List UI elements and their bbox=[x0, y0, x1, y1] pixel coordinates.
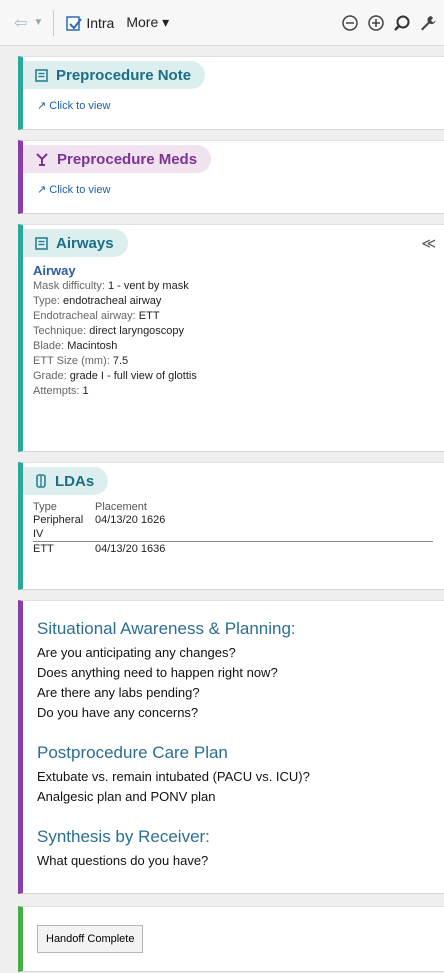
ldas-header: LDAs bbox=[23, 467, 109, 495]
table-row: Peripheral IV 04/13/20 1626 bbox=[33, 513, 433, 542]
field-value: ETT bbox=[138, 310, 160, 322]
prompt-line: What questions do you have? bbox=[37, 853, 209, 868]
airways-card: Airways ≪ Airway Mask difficulty: 1 - ve… bbox=[18, 224, 444, 452]
preprocedure-meds-card: Preprocedure Meds ↗ Click to view bbox=[18, 140, 444, 214]
situational-awareness-content: Situational Awareness & Planning: Are yo… bbox=[23, 601, 444, 885]
field-label: Mask difficulty: bbox=[33, 280, 108, 292]
field-label: Technique: bbox=[33, 325, 90, 337]
click-to-view-label: Click to view bbox=[49, 184, 111, 196]
synthesis-heading: Synthesis by Receiver: bbox=[37, 827, 210, 846]
airway-section-title: Airway bbox=[33, 263, 76, 278]
preprocedure-note-card: Preprocedure Note ↗ Click to view bbox=[18, 56, 444, 130]
field-value: direct laryngoscopy bbox=[89, 325, 185, 337]
field-label: Blade: bbox=[33, 340, 68, 352]
airway-row: Mask difficulty: 1 - vent by mask bbox=[33, 279, 434, 294]
field-value: 7.5 bbox=[112, 355, 129, 367]
postprocedure-care-plan-heading: Postprocedure Care Plan bbox=[37, 743, 228, 762]
field-value: 1 bbox=[82, 385, 89, 397]
airways-title: Airways bbox=[56, 234, 114, 252]
handoff-complete-button[interactable]: Handoff Complete bbox=[37, 925, 144, 953]
airway-row: Attempts: 1 bbox=[33, 384, 434, 399]
prompt-line: Analgesic plan and PONV plan bbox=[37, 789, 216, 804]
lda-type: Peripheral IV bbox=[33, 514, 84, 540]
lda-type: ETT bbox=[33, 541, 95, 556]
preprocedure-note-header: Preprocedure Note bbox=[23, 61, 206, 89]
lda-placement: 04/13/20 1636 bbox=[95, 541, 433, 556]
lda-placement: 04/13/20 1626 bbox=[95, 514, 166, 526]
preprocedure-meds-title: Preprocedure Meds bbox=[57, 150, 198, 168]
back-arrow-icon[interactable]: ⇦ bbox=[14, 13, 27, 33]
prompt-line: Extubate vs. remain intubated (PACU vs. … bbox=[37, 769, 310, 784]
toolbar-divider bbox=[53, 9, 55, 36]
ldas-title: LDAs bbox=[55, 472, 95, 490]
more-label: More ▾ bbox=[126, 14, 170, 30]
column-header: Placement bbox=[95, 501, 147, 513]
table-header-row: Type Placement bbox=[33, 501, 433, 513]
airway-row: Blade: Macintosh bbox=[33, 339, 434, 354]
table-row: ETT 04/13/20 1636 bbox=[33, 541, 433, 556]
airway-row: Endotracheal airway: ETT bbox=[33, 309, 434, 324]
preprocedure-note-link[interactable]: ↗ Click to view bbox=[23, 89, 444, 122]
search-icon[interactable] bbox=[392, 13, 412, 33]
airway-row: Technique: direct laryngoscopy bbox=[33, 324, 434, 339]
more-menu-button[interactable]: More ▾ bbox=[126, 14, 169, 31]
field-value: grade I - full view of glottis bbox=[69, 370, 197, 382]
column-header: Type bbox=[33, 501, 57, 513]
zoom-out-icon[interactable] bbox=[340, 13, 360, 33]
airway-details: Airway Mask difficulty: 1 - vent by mask… bbox=[23, 257, 444, 409]
situational-awareness-card: Situational Awareness & Planning: Are yo… bbox=[18, 600, 444, 894]
field-label: Endotracheal airway: bbox=[33, 310, 139, 322]
intra-label: Intra bbox=[86, 14, 115, 31]
field-value: 1 - vent by mask bbox=[108, 280, 189, 292]
airways-header: Airways bbox=[23, 229, 128, 257]
collapse-icon[interactable]: ≪ bbox=[421, 235, 436, 252]
catheter-icon bbox=[36, 474, 46, 488]
field-label: ETT Size (mm): bbox=[33, 355, 113, 367]
medication-icon bbox=[36, 153, 48, 166]
field-value: Macintosh bbox=[67, 340, 118, 352]
field-label: Grade: bbox=[33, 370, 70, 382]
situational-awareness-heading: Situational Awareness & Planning: bbox=[37, 619, 296, 638]
intra-button[interactable]: Intra bbox=[66, 15, 114, 31]
ldas-table: Type Placement Peripheral IV 04/13/20 16… bbox=[33, 501, 433, 556]
wrench-icon[interactable] bbox=[418, 13, 438, 33]
airway-row: ETT Size (mm): 7.5 bbox=[33, 354, 434, 369]
prompt-line: Do you have any concerns? bbox=[37, 705, 199, 720]
zoom-in-icon[interactable] bbox=[366, 13, 386, 33]
field-value: endotracheal airway bbox=[62, 295, 162, 307]
prompt-line: Are there any labs pending? bbox=[37, 685, 200, 700]
airway-row: Grade: grade I - full view of glottis bbox=[33, 369, 434, 384]
prompt-line: Are you anticipating any changes? bbox=[37, 645, 236, 660]
field-label: Type: bbox=[33, 295, 63, 307]
field-label: Attempts: bbox=[33, 385, 83, 397]
note-icon bbox=[35, 68, 48, 82]
toolbar-right bbox=[340, 13, 438, 33]
chevron-down-icon[interactable]: ▼ bbox=[33, 17, 43, 28]
note-icon bbox=[35, 236, 48, 250]
click-to-view-label: Click to view bbox=[49, 100, 111, 112]
handoff-card: Handoff Complete bbox=[18, 906, 444, 972]
preprocedure-meds-link[interactable]: ↗ Click to view bbox=[23, 173, 444, 206]
note-icon bbox=[66, 15, 83, 31]
prompt-line: Does anything need to happen right now? bbox=[37, 665, 278, 680]
preprocedure-note-title: Preprocedure Note bbox=[56, 66, 192, 84]
preprocedure-meds-header: Preprocedure Meds bbox=[23, 145, 212, 173]
airway-row: Type: endotracheal airway bbox=[33, 294, 434, 309]
ldas-card: LDAs Type Placement Peripheral IV 04/13/… bbox=[18, 462, 444, 590]
toolbar: ⇦ ▼ Intra More ▾ bbox=[0, 0, 444, 46]
